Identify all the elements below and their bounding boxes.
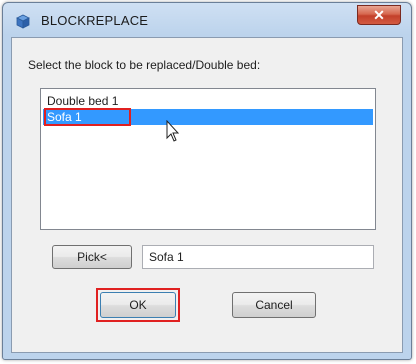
cancel-button[interactable]: Cancel — [232, 292, 316, 318]
mouse-pointer-icon — [166, 119, 182, 144]
block-app-icon — [15, 13, 31, 29]
pick-button[interactable]: Pick< — [52, 245, 132, 269]
window-title: BLOCKREPLACE — [41, 13, 149, 28]
block-name-field[interactable]: Sofa 1 — [142, 245, 374, 269]
ok-button-highlight-mark — [96, 288, 180, 322]
close-button[interactable]: ✕ — [357, 5, 401, 25]
block-prompt-label: Select the block to be replaced/Double b… — [28, 58, 261, 72]
selected-item-highlight-mark — [44, 108, 131, 126]
title-bar[interactable]: BLOCKREPLACE ✕ — [3, 3, 411, 37]
list-item[interactable]: Double bed 1 — [43, 93, 373, 109]
close-icon: ✕ — [373, 6, 385, 23]
